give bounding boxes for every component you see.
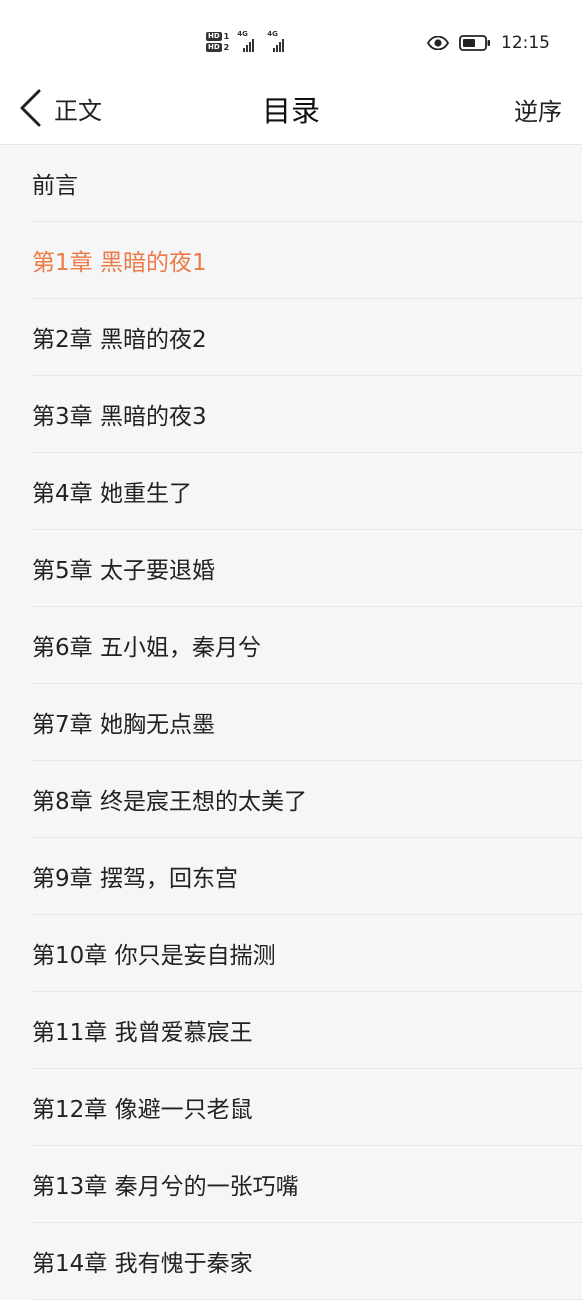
chapter-title: 第5章 太子要退婚 [32,558,215,584]
chapter-item-current[interactable]: 第1章 黑暗的夜1 [32,222,582,299]
signal-icon-1: 4G [237,30,259,52]
chapter-title: 第14章 我有愧于秦家 [32,1251,253,1277]
status-bar: HD 1 HD 2 4G 4G 12:15 [0,0,582,76]
chapter-item[interactable]: 第7章 她胸无点墨 [32,684,582,761]
hd-indicators: HD 1 HD 2 [206,32,229,52]
hd-label: HD [206,43,222,52]
chapter-list: 前言第1章 黑暗的夜1 第2章 黑暗的夜2 第3章 黑暗的夜3 第4章 她重生了 第5章… [0,145,582,1300]
chapter-item[interactable]: 第13章 秦月兮的一张巧嘴 [32,1146,582,1223]
chapter-item[interactable]: 第14章 我有愧于秦家 [32,1223,582,1300]
reverse-order-button[interactable]: 逆序 [514,92,562,127]
hd-label: HD [206,32,222,41]
chapter-item[interactable]: 第4章 她重生了 [32,453,582,530]
chapter-item[interactable]: 第11章 我曾爱慕宸王 [32,992,582,1069]
hd-badge-1: HD 1 [206,32,229,41]
chapter-item[interactable]: 第5章 太子要退婚 [32,530,582,607]
chapter-item[interactable]: 第9章 摆驾，回东宫 [32,838,582,915]
hd-slot: 2 [223,42,230,52]
hd-badge-2: HD 2 [206,43,229,52]
chevron-left-icon [20,89,41,127]
clock: 12:15 [501,33,550,53]
chapter-item[interactable]: 第10章 你只是妄自揣测 [32,915,582,992]
chapter-item[interactable]: 第8章 终是宸王想的太美了 [32,761,582,838]
chapter-item[interactable]: 第12章 像避一只老鼠 [32,1069,582,1146]
chapter-title: 第13章 秦月兮的一张巧嘴 [32,1174,299,1200]
chapter-title: 第2章 黑暗的夜2 [32,327,207,353]
eye-icon [427,36,449,50]
hd-slot: 1 [223,31,230,41]
network-type: 4G [237,30,248,38]
chapter-title: 第4章 她重生了 [32,481,192,507]
back-label: 正文 [54,96,102,125]
chapter-title: 第12章 像避一只老鼠 [32,1097,253,1123]
battery-icon [459,35,490,51]
signal-group: HD 1 HD 2 4G 4G [206,28,289,56]
chapter-title: 第11章 我曾爱慕宸王 [32,1020,253,1046]
chapter-title: 第10章 你只是妄自揣测 [32,943,276,969]
network-type: 4G [267,30,278,38]
chapter-title: 第8章 终是宸王想的太美了 [32,789,307,815]
chapter-title: 前言 [32,173,78,199]
signal-icon-2: 4G [267,30,289,52]
chapter-title: 第7章 她胸无点墨 [32,712,215,738]
status-right: 12:15 [427,30,550,56]
chapter-item[interactable]: 第2章 黑暗的夜2 [32,299,582,376]
chapter-item[interactable]: 前言 [32,145,582,222]
chapter-title: 第9章 摆驾，回东宫 [32,866,238,892]
chapter-item[interactable]: 第6章 五小姐，秦月兮 [32,607,582,684]
chapter-title: 第3章 黑暗的夜3 [32,404,207,430]
back-button[interactable]: 正文 [18,86,102,130]
nav-bar: 正文 目录 逆序 [0,76,582,145]
chapter-title: 第1章 黑暗的夜1 [32,250,207,276]
chapter-item[interactable]: 第3章 黑暗的夜3 [32,376,582,453]
chapter-title: 第6章 五小姐，秦月兮 [32,635,261,661]
